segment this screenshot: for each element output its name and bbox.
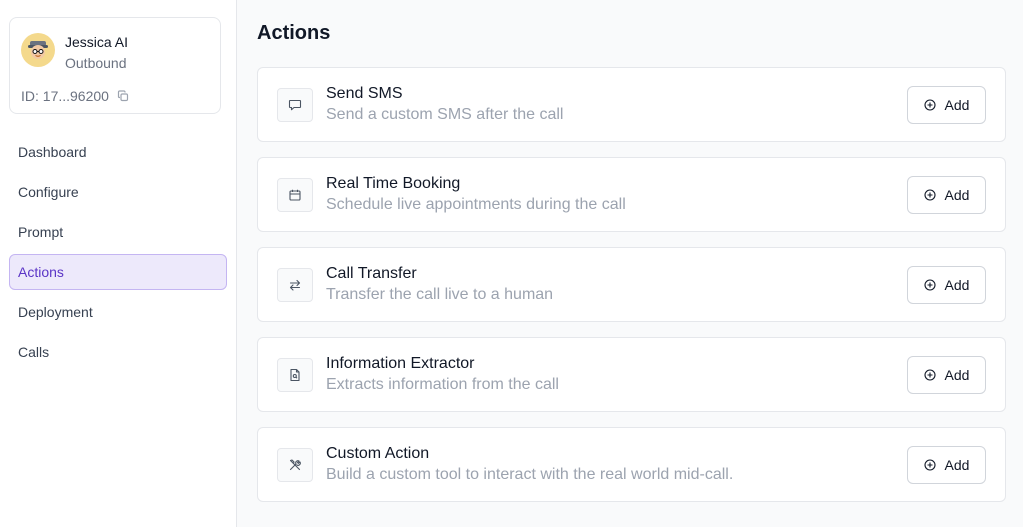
action-title: Real Time Booking xyxy=(326,175,461,192)
action-card-information-extractor: Information Extractor Extracts informati… xyxy=(257,337,1006,412)
plus-circle-icon xyxy=(923,188,936,201)
sidebar-item-dashboard[interactable]: Dashboard xyxy=(9,134,227,170)
document-search-icon xyxy=(277,357,313,392)
sidebar: Jessica AI Outbound ID: 17...96200 Dashb… xyxy=(0,0,237,527)
sidebar-nav: Dashboard Configure Prompt Actions Deplo… xyxy=(9,134,227,370)
action-card-call-transfer: Call Transfer Transfer the call live to … xyxy=(257,247,1006,322)
agent-id-row: ID: 17...96200 xyxy=(21,88,209,104)
transfer-arrows-icon xyxy=(277,267,313,302)
sidebar-item-actions[interactable]: Actions xyxy=(9,254,227,290)
page-title: Actions xyxy=(257,22,331,44)
action-description: Schedule live appointments during the ca… xyxy=(326,196,626,213)
agent-text: Jessica AI Outbound xyxy=(65,32,128,72)
action-text: Information Extractor Extracts informati… xyxy=(326,354,907,395)
plus-circle-icon xyxy=(923,458,936,471)
actions-list: Send SMS Send a custom SMS after the cal… xyxy=(257,67,1006,502)
action-card-custom-action: Custom Action Build a custom tool to int… xyxy=(257,427,1006,502)
message-icon xyxy=(277,87,313,122)
action-card-real-time-booking: Real Time Booking Schedule live appointm… xyxy=(257,157,1006,232)
plus-circle-icon xyxy=(923,368,936,381)
action-description: Extracts information from the call xyxy=(326,376,559,393)
copy-icon[interactable] xyxy=(117,90,129,102)
action-text: Custom Action Build a custom tool to int… xyxy=(326,444,907,485)
calendar-icon xyxy=(277,177,313,212)
action-description: Transfer the call live to a human xyxy=(326,286,554,303)
action-title: Information Extractor xyxy=(326,355,475,372)
add-custom-action-button[interactable]: Add xyxy=(907,445,986,484)
agent-header: Jessica AI Outbound xyxy=(21,32,209,72)
sidebar-item-deployment[interactable]: Deployment xyxy=(9,294,227,330)
sidebar-item-prompt[interactable]: Prompt xyxy=(9,214,227,250)
action-text: Real Time Booking Schedule live appointm… xyxy=(326,174,907,215)
add-label: Add xyxy=(944,186,970,203)
add-send-sms-button[interactable]: Add xyxy=(907,85,986,124)
add-label: Add xyxy=(944,456,970,473)
agent-type: Outbound xyxy=(65,55,127,71)
action-description: Build a custom tool to interact with the… xyxy=(326,466,734,483)
action-title: Custom Action xyxy=(326,445,430,462)
add-information-extractor-button[interactable]: Add xyxy=(907,355,986,394)
add-label: Add xyxy=(944,96,970,113)
action-text: Call Transfer Transfer the call live to … xyxy=(326,264,907,305)
action-description: Send a custom SMS after the call xyxy=(326,106,564,123)
sidebar-item-configure[interactable]: Configure xyxy=(9,174,227,210)
app-root: Jessica AI Outbound ID: 17...96200 Dashb… xyxy=(0,0,1023,527)
woman-avatar-icon xyxy=(21,33,55,67)
action-text: Send SMS Send a custom SMS after the cal… xyxy=(326,84,907,125)
add-label: Add xyxy=(944,366,970,383)
plus-circle-icon xyxy=(923,98,936,111)
action-title: Send SMS xyxy=(326,85,403,102)
add-real-time-booking-button[interactable]: Add xyxy=(907,175,986,214)
action-card-send-sms: Send SMS Send a custom SMS after the cal… xyxy=(257,67,1006,142)
agent-name: Jessica AI xyxy=(65,34,129,50)
plus-circle-icon xyxy=(923,278,936,291)
add-call-transfer-button[interactable]: Add xyxy=(907,265,986,304)
add-label: Add xyxy=(944,276,970,293)
main-content: Actions Send SMS Send a custom SMS after… xyxy=(237,0,1023,527)
agent-card[interactable]: Jessica AI Outbound ID: 17...96200 xyxy=(9,17,221,114)
tools-icon xyxy=(277,447,313,482)
action-title: Call Transfer xyxy=(326,265,417,282)
agent-id: ID: 17...96200 xyxy=(21,88,109,104)
sidebar-item-calls[interactable]: Calls xyxy=(9,334,227,370)
